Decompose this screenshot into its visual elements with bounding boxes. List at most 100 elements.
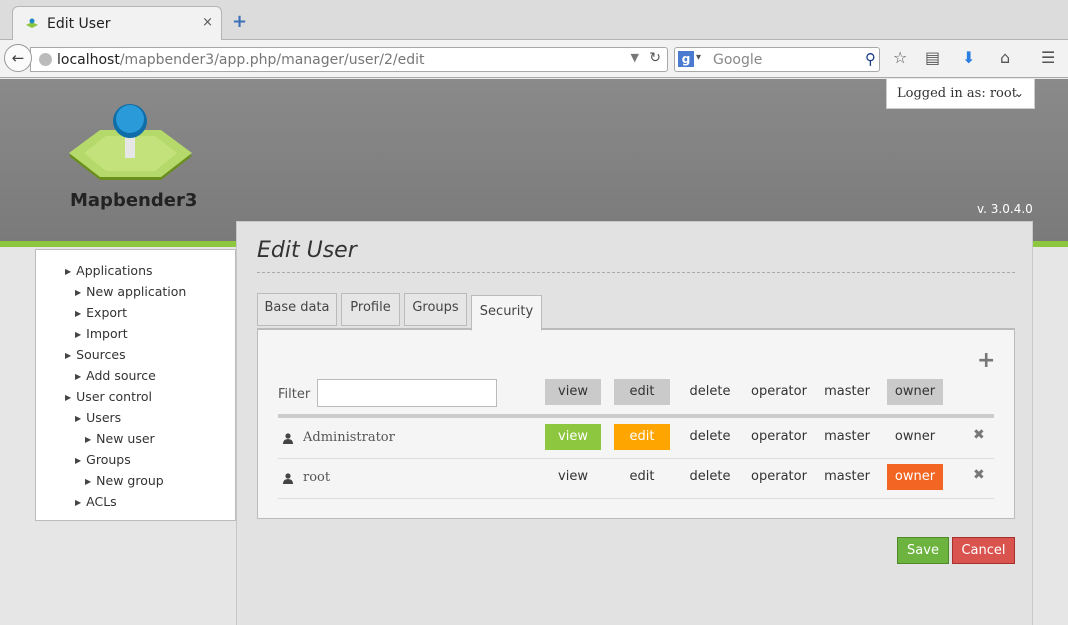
header-toggle-operator[interactable]: operator	[749, 379, 809, 405]
logged-in-label: Logged in as: root	[897, 86, 1017, 101]
header-toggle-owner[interactable]: owner	[887, 379, 943, 405]
remove-icon[interactable]: ✖	[973, 427, 985, 443]
user-icon	[283, 473, 293, 484]
user-icon	[283, 433, 293, 444]
caret-right-icon: ▶	[75, 372, 82, 381]
download-icon[interactable]: ⬇	[962, 48, 975, 68]
filter-label: Filter	[278, 387, 311, 402]
sidebar-item-groups[interactable]: ▶ Groups	[75, 452, 131, 467]
caret-right-icon: ▶	[65, 351, 72, 360]
add-permission-icon[interactable]: +	[977, 348, 995, 373]
url-host: localhost	[57, 52, 120, 68]
header-toggle-master[interactable]: master	[819, 379, 875, 405]
page-title: Edit User	[257, 238, 357, 263]
caret-right-icon: ▶	[65, 267, 72, 276]
sidebar-item-users[interactable]: ▶ Users	[75, 410, 121, 425]
caret-right-icon: ▶	[75, 309, 82, 318]
sidebar-item-label: User control	[76, 389, 152, 404]
page: Mapbender3 v. 3.0.4.0 Logged in as: root…	[0, 79, 1068, 625]
url-history-dropdown-icon[interactable]: ▼	[631, 51, 639, 64]
version-label: v. 3.0.4.0	[977, 202, 1033, 216]
url-path: /mapbender3/app.php/manager/user/2/edit	[119, 52, 425, 68]
sidebar-item-label: Users	[86, 410, 122, 425]
remove-icon[interactable]: ✖	[973, 467, 985, 483]
tab-base-data[interactable]: Base data	[257, 293, 337, 326]
browser-nav-bar: localhost/mapbender3/app.php/manager/use…	[0, 40, 1068, 78]
tab-profile[interactable]: Profile	[341, 293, 400, 326]
perm-delete[interactable]: delete	[682, 424, 738, 450]
google-search-engine-icon[interactable]: g	[678, 51, 694, 67]
caret-right-icon: ▶	[75, 288, 82, 297]
perm-owner[interactable]: owner	[887, 424, 943, 450]
row-divider	[278, 458, 994, 459]
caret-right-icon: ▶	[75, 456, 82, 465]
sidebar-item-add-source[interactable]: ▶ Add source	[75, 368, 156, 383]
sidebar-item-label: Applications	[76, 263, 153, 278]
reload-icon[interactable]: ↻	[649, 50, 661, 66]
new-tab-icon[interactable]: +	[232, 13, 247, 31]
caret-right-icon: ▶	[75, 330, 82, 339]
sidebar-item-new-application[interactable]: ▶ New application	[75, 284, 186, 299]
back-button[interactable]: ←	[4, 44, 32, 72]
home-icon[interactable]: ⌂	[1000, 48, 1010, 68]
sidebar-item-new-user[interactable]: ▶ New user	[85, 431, 155, 446]
reader-list-icon[interactable]: ▤	[925, 48, 940, 68]
perm-delete[interactable]: delete	[682, 464, 738, 490]
search-placeholder: Google	[713, 52, 763, 68]
search-icon[interactable]: ⚲	[865, 50, 876, 68]
sidebar-item-label: ACLs	[86, 494, 117, 509]
user-name: root	[303, 470, 331, 485]
header-toggle-delete[interactable]: delete	[682, 379, 738, 405]
sidebar-item-sources[interactable]: ▶ Sources	[65, 347, 126, 362]
search-engine-dropdown-icon[interactable]: ▾	[696, 52, 701, 63]
table-header-divider	[278, 414, 994, 418]
sidebar-item-user-control[interactable]: ▶ User control	[65, 389, 152, 404]
tab-close-icon[interactable]: ×	[202, 15, 213, 30]
browser-tab-bar: Edit User × +	[0, 0, 1068, 41]
sidebar-item-label: New group	[96, 473, 164, 488]
perm-edit-granted[interactable]: edit	[614, 424, 670, 450]
bookmark-star-icon[interactable]: ☆	[893, 48, 907, 68]
cancel-button[interactable]: Cancel	[952, 537, 1015, 564]
sidebar-item-acls[interactable]: ▶ ACLs	[75, 494, 117, 509]
main-content: Edit User Base data Profile Groups Secur…	[236, 221, 1033, 625]
sidebar-item-label: Export	[86, 305, 128, 320]
browser-tab[interactable]: Edit User ×	[12, 6, 222, 41]
caret-right-icon: ▶	[65, 393, 72, 402]
sidebar-item-label: New application	[86, 284, 187, 299]
menu-icon[interactable]: ☰	[1041, 48, 1055, 68]
tab-security[interactable]: Security	[471, 295, 542, 331]
logo-text: Mapbender3	[70, 190, 198, 211]
user-name: Administrator	[303, 430, 395, 445]
url-bar[interactable]: localhost/mapbender3/app.php/manager/use…	[30, 47, 668, 72]
back-arrow-icon: ←	[11, 49, 25, 67]
caret-right-icon: ▶	[85, 435, 92, 444]
perm-view-granted[interactable]: view	[545, 424, 601, 450]
account-menu[interactable]: Logged in as: root ⌄	[886, 79, 1035, 109]
sidebar-item-import[interactable]: ▶ Import	[75, 326, 128, 341]
perm-operator[interactable]: operator	[749, 424, 809, 450]
sidebar-item-label: New user	[96, 431, 155, 446]
sidebar-item-export[interactable]: ▶ Export	[75, 305, 127, 320]
sidebar-item-label: Groups	[86, 452, 131, 467]
header-toggle-edit[interactable]: edit	[614, 379, 670, 405]
sidebar-item-new-group[interactable]: ▶ New group	[85, 473, 164, 488]
caret-right-icon: ▶	[75, 498, 82, 507]
sidebar-item-label: Add source	[86, 368, 156, 383]
url-text: localhost/mapbender3/app.php/manager/use…	[57, 52, 424, 68]
sidebar-item-applications[interactable]: ▶ Applications	[65, 263, 153, 278]
perm-owner-granted[interactable]: owner	[887, 464, 943, 490]
perm-master[interactable]: master	[819, 464, 875, 490]
filter-input[interactable]	[317, 379, 497, 407]
search-bar[interactable]: g ▾ Google ⚲	[674, 47, 880, 72]
security-panel: + Filter view edit delete operator maste…	[257, 328, 1015, 519]
header-toggle-view[interactable]: view	[545, 379, 601, 405]
save-button[interactable]: Save	[897, 537, 949, 564]
perm-master[interactable]: master	[819, 424, 875, 450]
perm-operator[interactable]: operator	[749, 464, 809, 490]
tab-groups[interactable]: Groups	[404, 293, 467, 326]
perm-edit[interactable]: edit	[614, 464, 670, 490]
row-divider	[278, 498, 994, 499]
mapbender-favicon-icon	[26, 18, 38, 28]
perm-view[interactable]: view	[545, 464, 601, 490]
